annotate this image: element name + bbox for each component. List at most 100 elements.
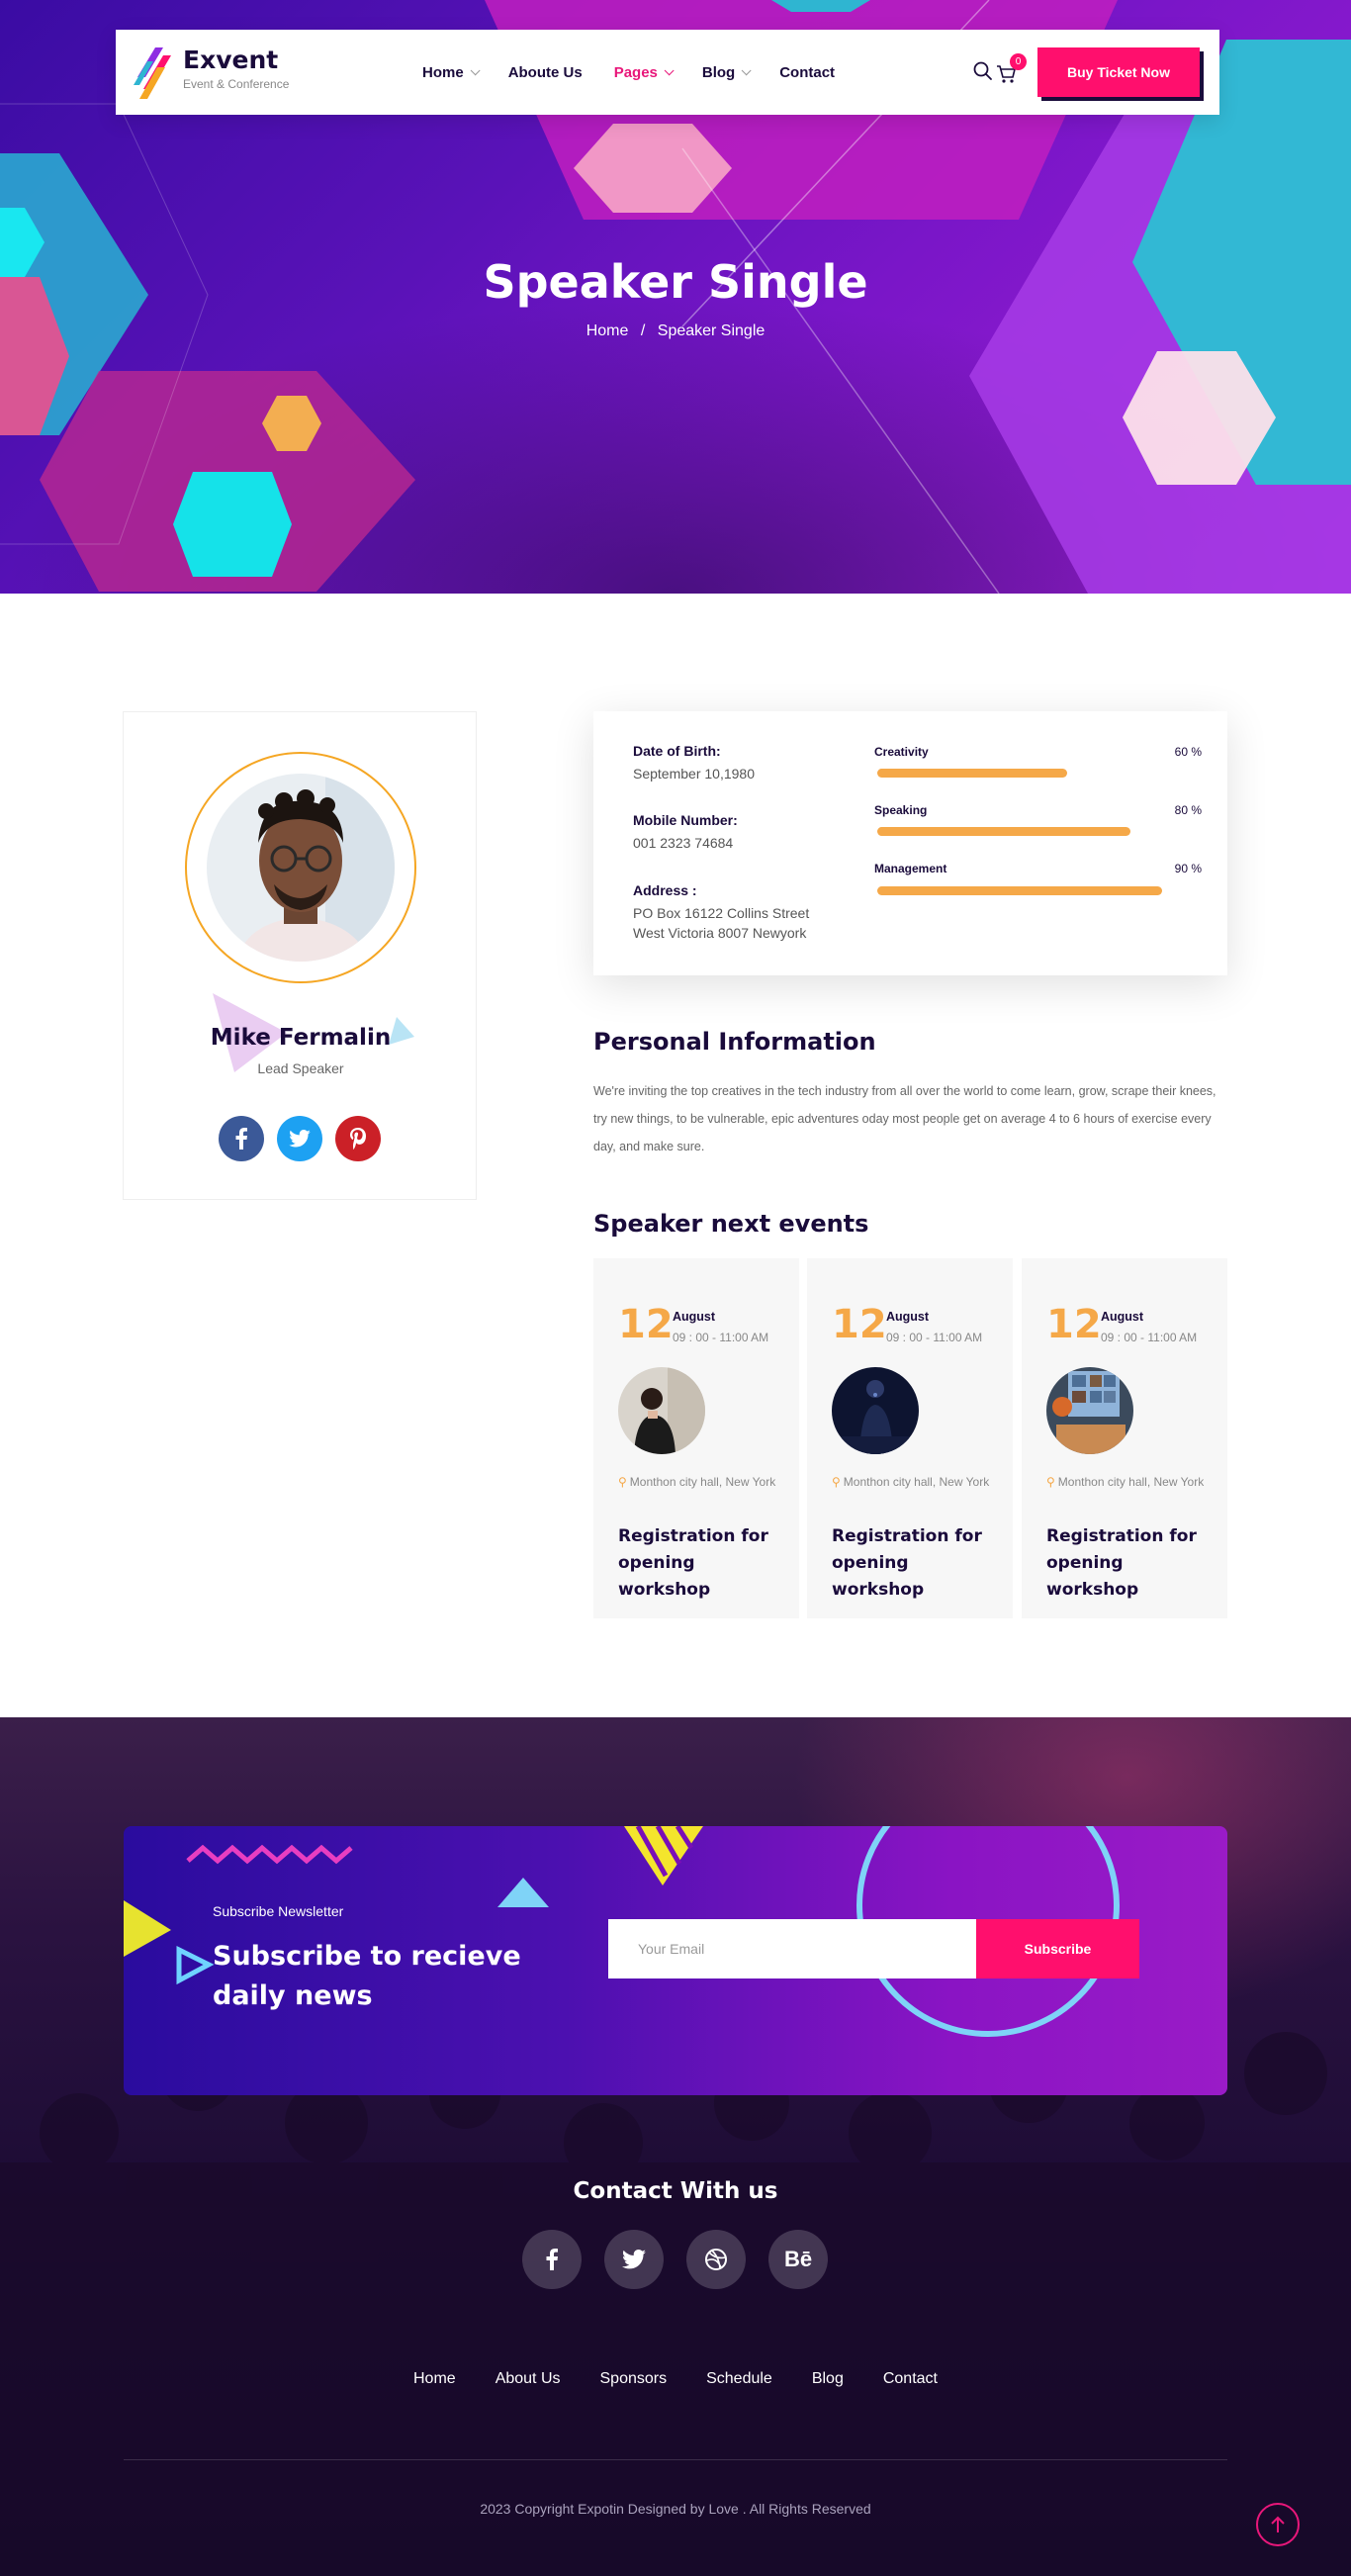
map-pin-icon: ⚲: [1046, 1475, 1055, 1489]
twitter-icon: [622, 2250, 646, 2269]
footer-link-sponsors[interactable]: Sponsors: [600, 2370, 668, 2388]
nav-item-pages[interactable]: Pages: [613, 63, 675, 81]
event-card[interactable]: 12 August 09 : 00 - 11:00 AM ⚲ Monthon ci…: [807, 1258, 1013, 1618]
brand-tagline: Event & Conference: [183, 77, 290, 91]
footer-behance-link[interactable]: Bē: [768, 2230, 828, 2289]
speaker-name: Mike Fermalin: [210, 1025, 392, 1051]
breadcrumb-current: Speaker Single: [657, 322, 766, 339]
skill-percent: 90 %: [1174, 862, 1202, 875]
event-month: August: [1101, 1310, 1144, 1324]
skill-name: Creativity: [874, 745, 929, 759]
events-heading: Speaker next events: [593, 1210, 869, 1238]
event-image: [832, 1367, 919, 1454]
event-title[interactable]: Registration for opening workshop: [832, 1523, 1000, 1604]
footer-link-home[interactable]: Home: [413, 2370, 456, 2388]
event-location: ⚲ Monthon city hall, New York: [832, 1472, 995, 1493]
event-day: 12: [618, 1302, 674, 1347]
nav-item-label: Blog: [701, 63, 736, 81]
breadcrumb: Home / Speaker Single: [0, 322, 1351, 340]
event-month: August: [886, 1310, 930, 1324]
skill-name: Speaking: [874, 803, 928, 817]
page-title: Speaker Single: [483, 255, 868, 309]
back-to-top-button[interactable]: [1256, 2503, 1300, 2546]
footer-twitter-link[interactable]: [604, 2230, 664, 2289]
nav-item-contact[interactable]: Contact: [779, 64, 835, 81]
nav-item-blog[interactable]: Blog: [701, 63, 752, 81]
map-pin-icon: ⚲: [832, 1475, 841, 1489]
address-line-1: PO Box 16122 Collins Street: [633, 905, 810, 921]
skill-bar-speaking: [877, 827, 1130, 836]
event-location-text: Monthon city hall, New York: [1057, 1475, 1205, 1489]
facebook-link[interactable]: [219, 1116, 264, 1161]
event-title[interactable]: Registration for opening workshop: [618, 1523, 786, 1604]
breadcrumb-separator: /: [640, 322, 646, 339]
nav-item-about[interactable]: Aboute Us: [508, 64, 583, 81]
twitter-link[interactable]: [277, 1116, 322, 1161]
nav-item-home[interactable]: Home: [422, 63, 481, 81]
nav-item-label: Aboute Us: [507, 63, 583, 81]
mobile-label: Mobile Number:: [633, 812, 738, 828]
dob-value: September 10,1980: [633, 766, 755, 782]
footer-nav: Home About Us Sponsors Schedule Blog Con…: [0, 2370, 1351, 2388]
nav-item-label: Contact: [779, 63, 836, 81]
address-line-2: West Victoria 8007 Newyork: [633, 925, 807, 941]
subscribe-button[interactable]: Subscribe: [976, 1919, 1139, 1978]
search-icon[interactable]: [972, 60, 994, 82]
nav-item-label: Home: [422, 63, 464, 81]
event-time: 09 : 00 - 11:00 AM: [1101, 1331, 1198, 1344]
event-image: [618, 1367, 705, 1454]
event-month: August: [673, 1310, 716, 1324]
facebook-icon: [235, 1128, 247, 1150]
event-card[interactable]: 12 August 09 : 00 - 11:00 AM ⚲ Monthon ci…: [1022, 1258, 1227, 1618]
main-navbar: Exvent Event & Conference Home Aboute Us…: [116, 30, 1219, 115]
footer-dribbble-link[interactable]: [686, 2230, 746, 2289]
newsletter-email-input[interactable]: [608, 1919, 976, 1978]
footer-link-contact[interactable]: Contact: [883, 2370, 938, 2388]
event-location-text: Monthon city hall, New York: [629, 1475, 776, 1489]
personal-info-heading: Personal Information: [593, 1028, 876, 1056]
speaker-info-box: Date of Birth: September 10,1980 Mobile …: [593, 711, 1227, 975]
twitter-icon: [289, 1130, 311, 1148]
mobile-value: 001 2323 74684: [633, 835, 734, 851]
footer-link-schedule[interactable]: Schedule: [706, 2370, 772, 2388]
event-title[interactable]: Registration for opening workshop: [1046, 1523, 1215, 1604]
behance-icon: Bē: [783, 2247, 813, 2271]
brand-name: Exvent: [183, 46, 279, 74]
chevron-down-icon: [741, 64, 752, 75]
speaker-avatar: [207, 774, 395, 962]
contact-title: Contact With us: [573, 2178, 778, 2204]
speaker-social-links: [219, 1116, 394, 1161]
footer-link-blog[interactable]: Blog: [812, 2370, 844, 2388]
skill-name: Management: [874, 862, 947, 875]
logo[interactable]: Exvent Event & Conference: [134, 44, 331, 103]
map-pin-icon: ⚲: [618, 1475, 627, 1489]
skill-percent: 60 %: [1174, 745, 1202, 759]
footer-divider: [124, 2459, 1227, 2460]
newsletter-box: Subscribe Newsletter Subscribe to reciev…: [124, 1826, 1227, 2095]
event-location: ⚲ Monthon city hall, New York: [1046, 1472, 1210, 1493]
event-photo: [832, 1367, 919, 1454]
event-photo: [1046, 1367, 1133, 1454]
event-image: [1046, 1367, 1133, 1454]
skill-bar-management: [877, 886, 1162, 895]
footer-link-about[interactable]: About Us: [495, 2370, 561, 2388]
newsletter-subtitle: Subscribe Newsletter: [213, 1903, 344, 1919]
skill-percent: 80 %: [1174, 803, 1202, 817]
footer-facebook-link[interactable]: [522, 2230, 582, 2289]
nav-menu: Home Aboute Us Pages Blog Contact: [422, 30, 866, 115]
copyright-text: 2023 Copyright Expotin Designed by Love …: [480, 2501, 871, 2517]
event-card[interactable]: 12 August 09 : 00 - 11:00 AM ⚲ Monthon ci…: [593, 1258, 799, 1618]
event-photo: [618, 1367, 705, 1454]
logo-mark-icon: [134, 47, 171, 99]
buy-ticket-button[interactable]: Buy Ticket Now: [1037, 47, 1200, 97]
event-time: 09 : 00 - 11:00 AM: [673, 1331, 769, 1344]
personal-info-text: We're inviting the top creatives in the …: [593, 1084, 1216, 1153]
breadcrumb-home-link[interactable]: Home: [586, 322, 629, 339]
chevron-down-icon: [664, 64, 675, 75]
chevron-down-icon: [470, 64, 481, 75]
cart-button[interactable]: 0: [996, 53, 1027, 85]
event-day: 12: [1046, 1302, 1102, 1347]
nav-item-label: Pages: [613, 63, 658, 81]
footer-crowd-silhouette: [0, 2032, 1351, 2576]
pinterest-link[interactable]: [335, 1116, 381, 1161]
